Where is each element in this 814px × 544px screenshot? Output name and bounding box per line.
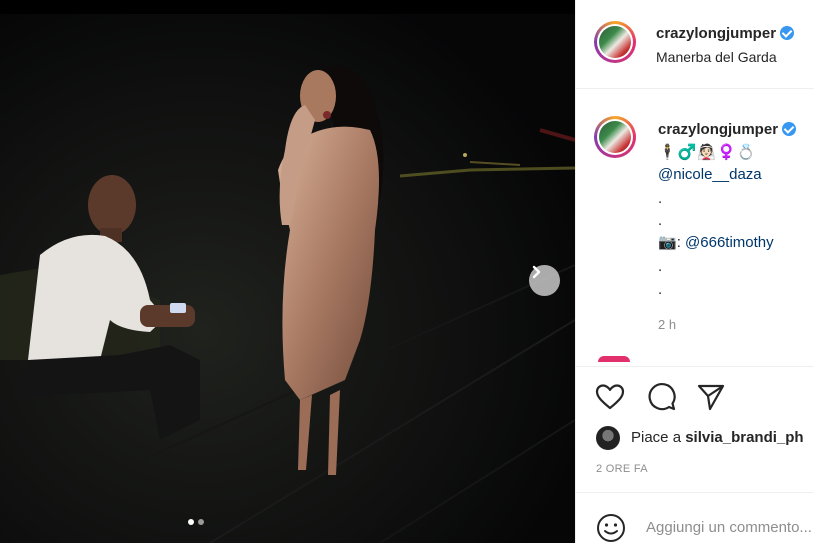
liker-username-link[interactable]: silvia_brandi_ph (685, 429, 803, 446)
smiley-icon[interactable] (596, 513, 626, 543)
mention-link-timothy[interactable]: @666timothy (685, 234, 774, 251)
verified-badge-icon (782, 122, 797, 136)
heart-icon[interactable] (594, 381, 626, 413)
proposal-photo-illustration (0, 14, 575, 543)
carousel-dot (198, 519, 204, 525)
comment-icon[interactable] (645, 381, 677, 413)
caption-emojis: 🕴️♂️👰🏻♀️💍 (658, 144, 757, 161)
author-username-link[interactable]: crazylongjumper (656, 25, 795, 42)
carousel-dot-active (188, 519, 194, 525)
mention-link-nicole[interactable]: @nicole__daza (658, 166, 762, 183)
caption-dot: . (658, 281, 663, 298)
caption-timestamp[interactable]: 2 h (658, 317, 676, 332)
post-photo[interactable] (0, 0, 575, 543)
camera-icon: 📷 (658, 234, 677, 251)
post-header: crazylongjumper Manerba del Garda (576, 0, 814, 89)
caption-dot: . (658, 212, 663, 229)
chevron-right-icon (532, 265, 541, 279)
post-actions-bar (576, 366, 814, 427)
caption-dot: . (658, 190, 663, 207)
caption-dot: . (658, 258, 663, 275)
post-side-panel: crazylongjumper Manerba del Garda crazyl… (575, 0, 814, 543)
instagram-post-view: crazylongjumper Manerba del Garda crazyl… (0, 0, 814, 543)
next-comment-avatar-peek (598, 356, 630, 362)
post-location-link[interactable]: Manerba del Garda (656, 49, 777, 65)
verified-badge-icon (780, 26, 795, 40)
add-comment-bar: Aggiungi un commento... (576, 492, 814, 544)
comment-input[interactable]: Aggiungi un commento... (646, 519, 812, 536)
post-age[interactable]: 2 ORE FA (596, 463, 648, 475)
liker-avatar[interactable] (596, 426, 620, 450)
caption-username-link[interactable]: crazylongjumper (658, 121, 797, 138)
caption-credit-line: 📷: @666timothy (658, 234, 774, 251)
carousel-indicator (188, 519, 204, 525)
send-icon[interactable] (695, 381, 727, 413)
caption-author-avatar[interactable] (594, 116, 636, 158)
author-avatar[interactable] (594, 21, 636, 63)
next-photo-button[interactable] (529, 265, 560, 296)
